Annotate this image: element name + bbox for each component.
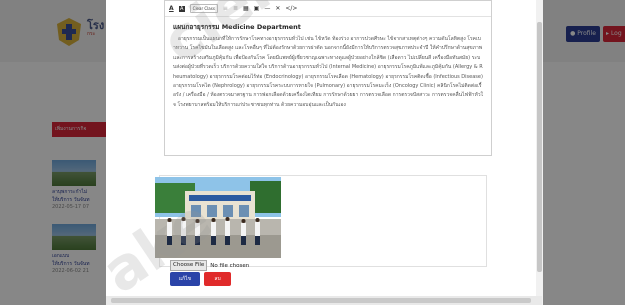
file-status: No file chosen [210,262,250,269]
delete-button[interactable]: ลบ [204,272,231,286]
modal-scrollbar-thumb[interactable] [537,22,542,272]
horizontal-scrollbar-thumb[interactable] [111,298,531,303]
